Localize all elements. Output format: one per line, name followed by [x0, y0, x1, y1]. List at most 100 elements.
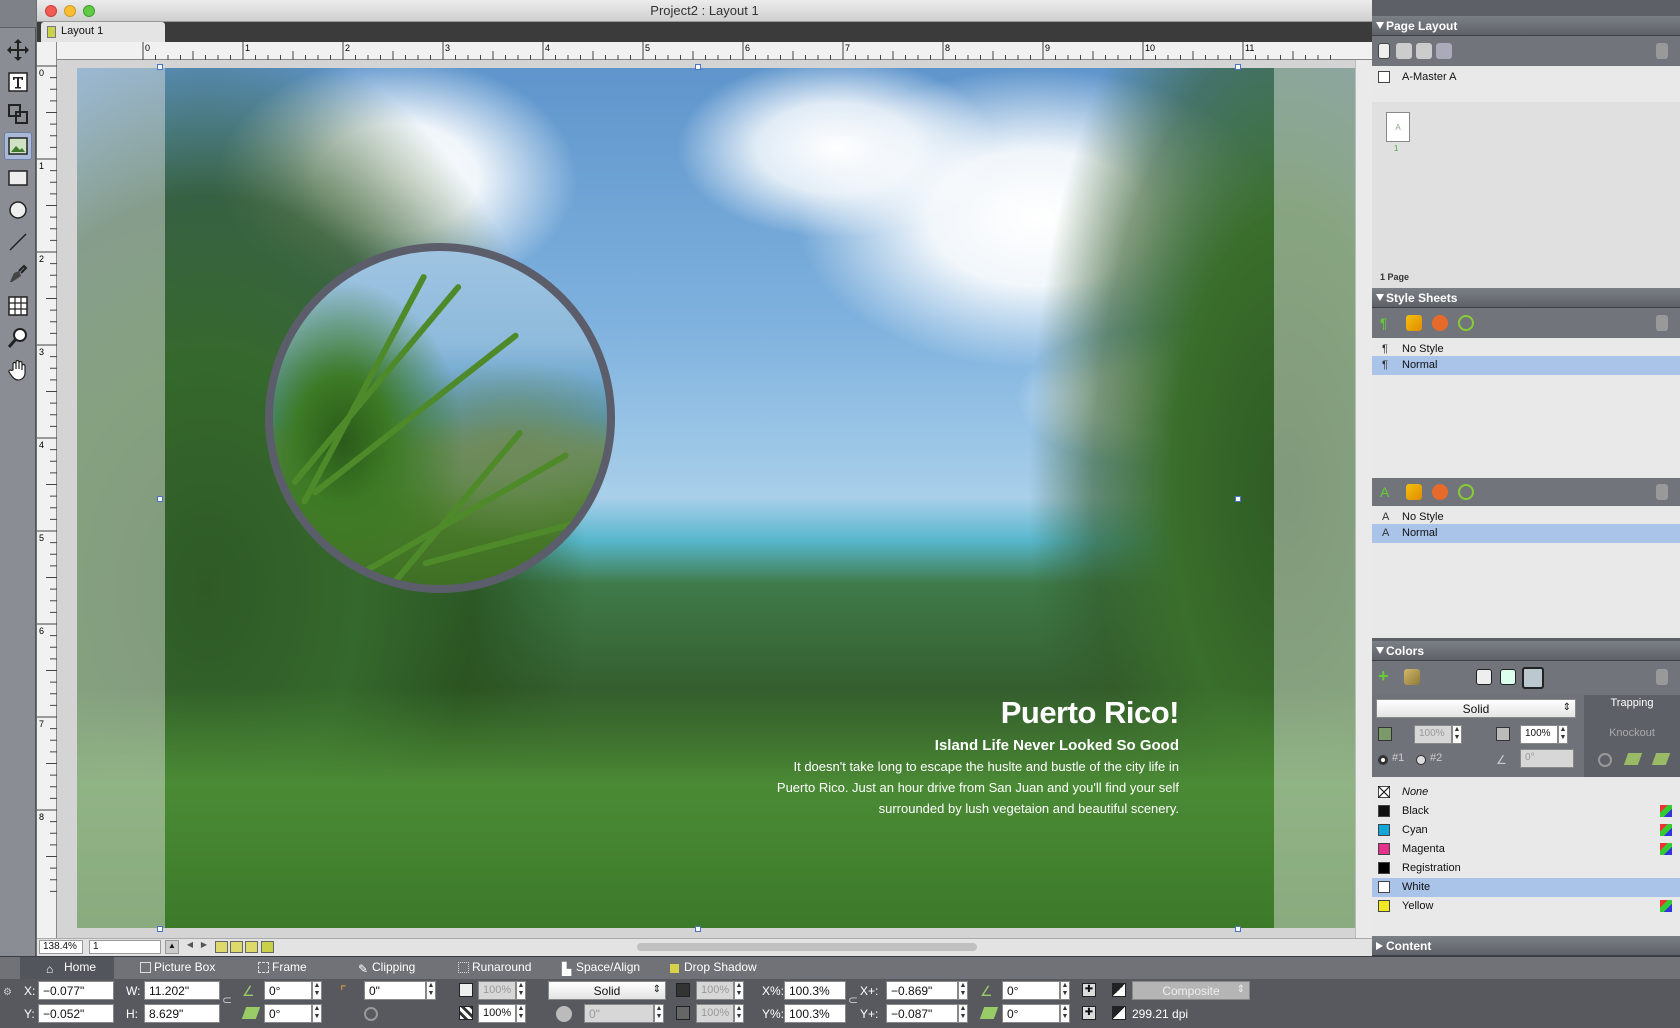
offset-y-stepper[interactable]: ▲ ▼ [958, 1004, 968, 1023]
gradient-radio-2[interactable] [1416, 755, 1426, 765]
duplicate-page-icon[interactable] [1416, 43, 1432, 59]
width-field[interactable]: 11.202" [144, 981, 220, 1000]
scale-lock-icon[interactable]: ⊂ [848, 993, 858, 1007]
picture-box-puerto-rico[interactable]: Puerto Rico! Island Life Never Looked So… [77, 68, 1355, 928]
frame-shade-stepper[interactable]: ▲ ▼ [734, 981, 744, 1000]
update-character-style-icon[interactable] [1458, 484, 1474, 500]
trap-choke-icon[interactable] [1651, 753, 1671, 765]
content-palette-title[interactable]: Content [1372, 936, 1680, 956]
linking-tool-icon[interactable] [4, 100, 32, 128]
frame-width-field[interactable]: 0" [584, 1004, 654, 1023]
x-field[interactable]: −0.077" [38, 981, 114, 1000]
pan-hand-tool-icon[interactable] [4, 356, 32, 384]
next-page-button[interactable]: ▶ [197, 940, 211, 954]
shade-field-2[interactable]: 100% [1520, 725, 1558, 744]
delete-color-icon[interactable] [1656, 669, 1668, 685]
delete-page-icon[interactable] [1656, 43, 1668, 59]
offset-x-stepper[interactable]: ▲ ▼ [958, 981, 968, 1000]
picture-content-tool-icon[interactable] [4, 132, 32, 160]
frame-width-stepper[interactable]: ▲ ▼ [654, 1004, 664, 1023]
delete-style-icon[interactable] [1656, 315, 1668, 331]
master-page-icon[interactable] [1436, 43, 1452, 59]
corner-radius-stepper[interactable]: ▲ ▼ [426, 981, 436, 1000]
scale-y-field[interactable]: 100.3% [784, 1004, 846, 1023]
text-content-tool-icon[interactable] [4, 68, 32, 96]
color-item-white[interactable]: White [1372, 878, 1680, 897]
horizontal-scrollbar-thumb[interactable] [637, 943, 977, 951]
new-paragraph-style-icon[interactable]: ¶ [1380, 315, 1396, 331]
flip-vertical-icon[interactable]: ✚ [1082, 1006, 1096, 1020]
tab-picture-box[interactable]: Picture Box [136, 960, 215, 974]
tab-layout-1[interactable]: Layout 1 [41, 22, 165, 42]
line-tool-icon[interactable] [4, 228, 32, 256]
colors-palette-title[interactable]: Colors [1372, 641, 1680, 661]
box-skew-stepper[interactable]: ▲ ▼ [312, 1004, 322, 1023]
resize-handle[interactable] [157, 926, 163, 932]
resize-handle[interactable] [695, 926, 701, 932]
page-menu-button[interactable]: ▲ [165, 940, 179, 954]
shade-stepper-1[interactable]: ▲ ▼ [1452, 725, 1462, 744]
resize-handle[interactable] [157, 64, 163, 70]
rectangle-box-tool-icon[interactable] [4, 164, 32, 192]
vertical-ruler[interactable]: 0 1 2 3 4 5 6 7 8 [37, 42, 57, 938]
box-shade-stepper[interactable]: ▲ ▼ [516, 981, 526, 1000]
tab-drop-shadow[interactable]: Drop Shadow [666, 960, 757, 974]
picture-angle-field[interactable]: 0° [1002, 981, 1060, 1000]
picture-shade-icon[interactable] [1112, 1006, 1126, 1020]
box-angle-stepper[interactable]: ▲ ▼ [312, 981, 322, 1000]
master-page-item[interactable]: A-Master A [1372, 68, 1680, 87]
constrain-proportions-icon[interactable]: ⊂ [222, 993, 232, 1007]
blank-facing-page-icon[interactable] [1396, 43, 1412, 59]
gradient-radio-1[interactable] [1378, 755, 1388, 765]
new-character-style-icon[interactable]: A [1380, 484, 1396, 500]
flip-horizontal-icon[interactable]: ✚ [1082, 983, 1096, 997]
duplicate-character-style-icon[interactable] [1432, 484, 1448, 500]
resize-handle[interactable] [695, 64, 701, 70]
frame-shade-field[interactable]: 100% [696, 981, 734, 1000]
duplicate-style-icon[interactable] [1432, 315, 1448, 331]
prev-page-button[interactable]: ◀ [183, 940, 197, 954]
box-opacity-field[interactable]: 100% [478, 1004, 516, 1023]
color-item-registration[interactable]: Registration [1372, 859, 1680, 878]
picture-color-icon[interactable] [1112, 983, 1126, 997]
edit-color-icon[interactable] [1404, 669, 1420, 685]
trap-option-icon[interactable] [1598, 753, 1612, 767]
color-item-yellow[interactable]: Yellow [1372, 897, 1680, 916]
background-color-icon[interactable] [1522, 667, 1544, 689]
layout-canvas[interactable]: Puerto Rico! Island Life Never Looked So… [57, 60, 1355, 938]
new-color-icon[interactable]: + [1378, 667, 1394, 685]
resize-handle[interactable] [1235, 926, 1241, 932]
vertical-scrollbar[interactable] [1355, 60, 1372, 938]
resize-handle[interactable] [1235, 496, 1241, 502]
y-field[interactable]: −0.052" [38, 1004, 114, 1023]
angle-field[interactable]: 0° [1520, 749, 1574, 768]
palette-options-gear-icon[interactable]: ⚙ [3, 987, 12, 998]
picture-skew-stepper[interactable]: ▲ ▼ [1060, 1004, 1070, 1023]
frame-gap-color-icon[interactable] [676, 1006, 690, 1020]
zoom-field[interactable]: 138.4% [39, 940, 83, 954]
body-text[interactable]: It doesn't take long to escape the huslt… [759, 756, 1179, 819]
zoom-tool-icon[interactable] [4, 324, 32, 352]
height-field[interactable]: 8.629" [144, 1004, 220, 1023]
update-style-icon[interactable] [1458, 315, 1474, 331]
page-number-field[interactable]: 1 [89, 940, 161, 954]
color-item-black[interactable]: Black [1372, 802, 1680, 821]
blank-single-page-icon[interactable] [1378, 43, 1390, 59]
box-skew-field[interactable]: 0° [264, 1004, 312, 1023]
character-style-item[interactable]: A Normal [1372, 524, 1680, 543]
tab-frame[interactable]: Frame [254, 960, 307, 974]
delete-character-style-icon[interactable] [1656, 484, 1668, 500]
bezier-pen-tool-icon[interactable] [4, 260, 32, 288]
text-color-icon[interactable] [1500, 669, 1516, 685]
box-shape-icon[interactable] [364, 1007, 378, 1021]
box-opacity-stepper[interactable]: ▲ ▼ [516, 1004, 526, 1023]
box-angle-field[interactable]: 0° [264, 981, 312, 1000]
color-mode-dropdown[interactable]: Solid [1376, 699, 1576, 718]
trap-spread-icon[interactable] [1623, 753, 1643, 765]
tab-space-align[interactable]: ▙ Space/Align [558, 960, 640, 976]
scale-x-field[interactable]: 100.3% [784, 981, 846, 1000]
composite-dropdown[interactable]: Composite [1132, 981, 1250, 1000]
oval-box-tool-icon[interactable] [4, 196, 32, 224]
table-tool-icon[interactable] [4, 292, 32, 320]
page-layout-palette-title[interactable]: Page Layout [1372, 16, 1680, 36]
